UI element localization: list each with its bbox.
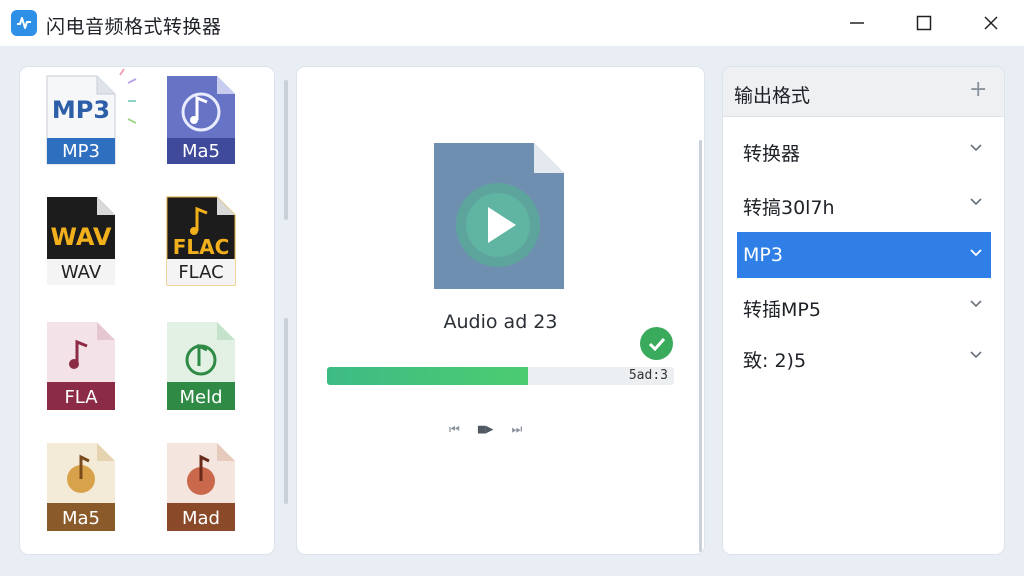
- chevron-down-icon: [970, 249, 982, 257]
- next-icon[interactable]: ⏭: [511, 422, 522, 437]
- tile-label: Ma5: [61, 508, 100, 529]
- tile-label: MP3: [62, 141, 100, 162]
- option-label: 转插MP5: [743, 299, 821, 321]
- left-scrollbar-top[interactable]: [284, 80, 288, 220]
- title-bar: 闪电音频格式转换器: [0, 0, 1024, 46]
- player-panel: Audio ad 23 5ad:3 ⏮ ■▶ ⏭: [297, 67, 704, 554]
- format-tile-mad[interactable]: Mad: [165, 441, 237, 533]
- format-tile-fla[interactable]: FLA: [45, 320, 117, 412]
- format-list-panel: MP3 MP3 Ma5 WAV WAV FLAC FLAC FLA Meld M…: [20, 67, 274, 554]
- maximize-button[interactable]: [902, 8, 946, 38]
- output-option[interactable]: 转换器: [737, 127, 991, 173]
- output-format-title: 输出格式: [734, 85, 811, 107]
- close-button[interactable]: [969, 8, 1013, 38]
- output-option-selected[interactable]: MP3: [737, 232, 991, 278]
- option-label: MP3: [743, 244, 783, 266]
- chevron-down-icon: [970, 300, 982, 308]
- tile-badge-text: FLAC: [172, 235, 230, 259]
- left-scrollbar-thumb[interactable]: [284, 318, 288, 504]
- app-logo-icon: [11, 10, 37, 36]
- option-label: 转搞30l7h: [743, 197, 835, 219]
- option-label: 致: 2)5: [743, 350, 807, 372]
- output-option[interactable]: 转搞30l7h: [737, 181, 991, 227]
- track-name: Audio ad 23: [443, 311, 558, 333]
- sparkle-decoration: [119, 68, 137, 124]
- window-title: 闪电音频格式转换器: [46, 16, 222, 38]
- tile-badge-text: WAV: [50, 223, 112, 251]
- output-option[interactable]: 致: 2)5: [737, 334, 991, 380]
- output-option[interactable]: 转插MP5: [737, 283, 991, 329]
- chevron-down-icon: [970, 144, 982, 152]
- format-tile-ma5-alt[interactable]: Ma5: [45, 441, 117, 533]
- progress-fill: [327, 367, 529, 385]
- tile-label: FLA: [64, 387, 98, 408]
- add-icon[interactable]: +: [969, 77, 987, 102]
- tile-label: WAV: [60, 262, 102, 283]
- previous-icon[interactable]: ⏮: [449, 422, 460, 437]
- tile-label: Meld: [179, 387, 223, 408]
- stop-play-icon[interactable]: ■▶: [478, 422, 494, 437]
- tile-label: Mad: [182, 508, 220, 529]
- format-tile-wav[interactable]: WAV WAV: [45, 195, 117, 287]
- format-tile-ma5[interactable]: Ma5: [165, 74, 237, 166]
- chevron-down-icon: [970, 351, 982, 359]
- progress-bar: 5ad:3: [327, 367, 674, 385]
- check-icon: [640, 327, 673, 360]
- playback-controls: ⏮ ■▶ ⏭: [449, 422, 522, 437]
- format-tile-mp3[interactable]: MP3 MP3: [45, 74, 117, 166]
- tile-badge-text: MP3: [51, 96, 111, 124]
- minimize-button[interactable]: [835, 8, 879, 38]
- format-tile-meld[interactable]: Meld: [165, 320, 237, 412]
- output-format-panel: 输出格式 + 转换器 转搞30l7h MP3 转插MP5 致: 2)5: [723, 67, 1004, 554]
- format-tile-flac[interactable]: FLAC FLAC: [165, 195, 237, 287]
- output-format-header: 输出格式 +: [723, 67, 1004, 117]
- progress-text: 5ad:3: [628, 368, 668, 383]
- audio-file-icon: [434, 143, 564, 289]
- option-label: 转换器: [743, 143, 801, 165]
- tile-label: FLAC: [178, 262, 224, 283]
- tile-label: Ma5: [181, 141, 220, 162]
- center-scrollbar[interactable]: [699, 140, 702, 552]
- chevron-down-icon: [970, 198, 982, 206]
